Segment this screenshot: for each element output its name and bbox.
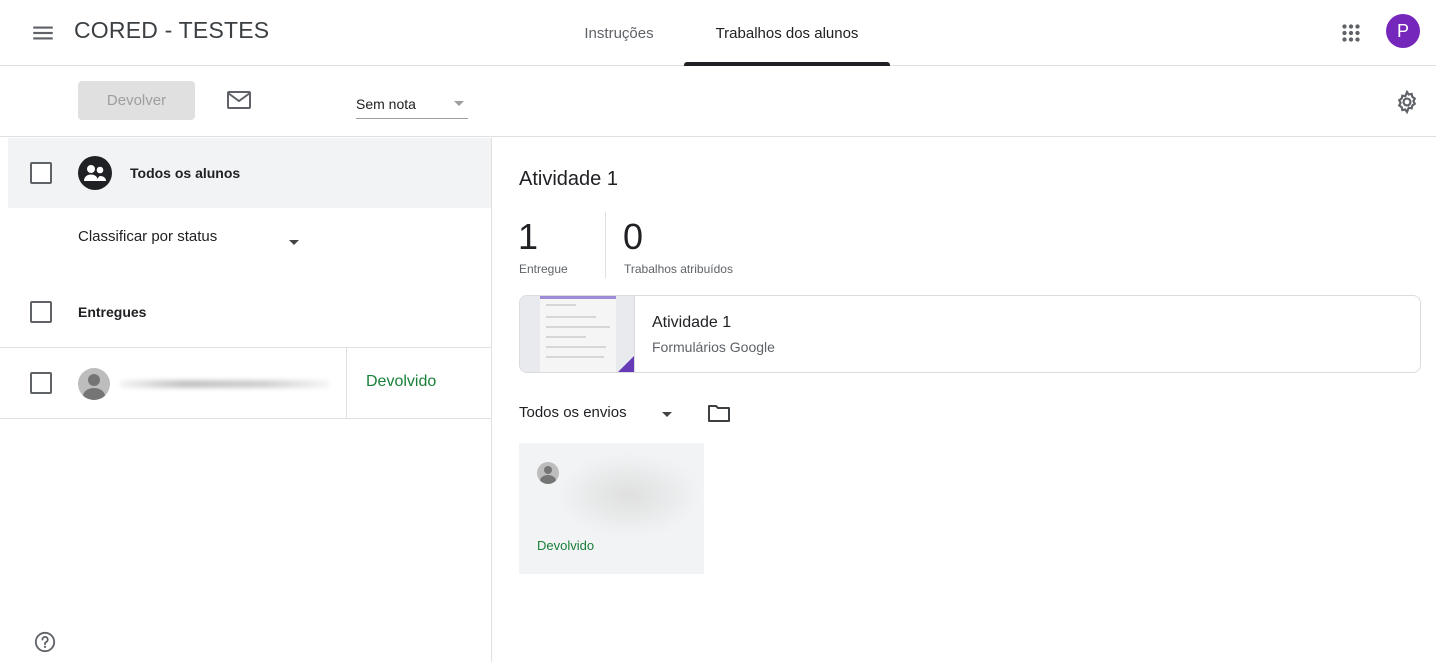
submission-card[interactable]: Devolvido bbox=[519, 443, 704, 574]
course-title[interactable]: CORED - TESTES bbox=[74, 17, 269, 44]
tab-trabalhos-dos-alunos[interactable]: Trabalhos dos alunos bbox=[684, 0, 890, 66]
stat-assigned-count[interactable]: 0 bbox=[623, 216, 643, 258]
column-divider bbox=[346, 348, 347, 418]
dropdown-arrow-icon bbox=[289, 240, 299, 245]
attachment-type: Formulários Google bbox=[652, 339, 775, 355]
person-icon bbox=[537, 462, 559, 484]
grade-filter-value: Sem nota bbox=[356, 96, 416, 112]
submissions-filter-select[interactable]: Todos os envios bbox=[519, 404, 681, 428]
grading-toolbar: Devolver Sem nota bbox=[0, 67, 1436, 137]
help-icon[interactable] bbox=[34, 631, 56, 653]
student-row[interactable]: Devolvido bbox=[0, 347, 491, 419]
return-button[interactable]: Devolver bbox=[78, 81, 195, 120]
person-icon bbox=[78, 368, 110, 400]
select-section-checkbox[interactable] bbox=[30, 301, 52, 323]
sort-by-status-label: Classificar por status bbox=[78, 228, 218, 245]
account-avatar[interactable]: P bbox=[1386, 14, 1420, 48]
mail-icon[interactable] bbox=[225, 88, 253, 112]
submissions-filter-label: Todos os envios bbox=[519, 404, 627, 421]
student-list-panel: Todos os alunos Classificar por status E… bbox=[0, 138, 492, 662]
student-name-redacted bbox=[120, 380, 330, 388]
folder-icon[interactable] bbox=[706, 401, 732, 425]
student-checkbox[interactable] bbox=[30, 372, 52, 394]
all-students-label: Todos os alunos bbox=[130, 165, 241, 181]
menu-icon[interactable] bbox=[30, 20, 56, 46]
attachment-card[interactable]: Atividade 1 Formulários Google bbox=[519, 295, 1421, 373]
stat-handed-in-count[interactable]: 1 bbox=[518, 216, 538, 258]
submission-preview-redacted bbox=[559, 455, 699, 535]
stat-handed-in-label: Entregue bbox=[519, 262, 568, 276]
dropdown-arrow-icon bbox=[454, 101, 464, 106]
select-all-checkbox[interactable] bbox=[30, 162, 52, 184]
settings-gear-icon[interactable] bbox=[1394, 89, 1420, 115]
sort-by-status-select[interactable]: Classificar por status bbox=[78, 228, 308, 258]
form-thumbnail bbox=[520, 296, 635, 372]
submission-status: Devolvido bbox=[537, 538, 595, 553]
tab-instrucoes[interactable]: Instruções bbox=[560, 0, 678, 66]
assignment-title: Atividade 1 bbox=[519, 168, 618, 190]
stat-divider bbox=[605, 212, 606, 278]
section-label-entregues: Entregues bbox=[78, 304, 147, 320]
attachment-name: Atividade 1 bbox=[652, 314, 732, 331]
google-forms-icon bbox=[616, 356, 634, 372]
top-app-bar: CORED - TESTES Instruções Trabalhos dos … bbox=[0, 0, 1436, 66]
student-status: Devolvido bbox=[366, 373, 437, 390]
dropdown-arrow-icon bbox=[662, 412, 672, 417]
grade-filter-select[interactable]: Sem nota bbox=[356, 89, 468, 119]
stat-assigned-label: Trabalhos atribuídos bbox=[624, 262, 733, 276]
all-students-row[interactable]: Todos os alunos bbox=[8, 138, 491, 208]
apps-icon[interactable] bbox=[1338, 20, 1364, 46]
group-icon bbox=[78, 156, 112, 190]
